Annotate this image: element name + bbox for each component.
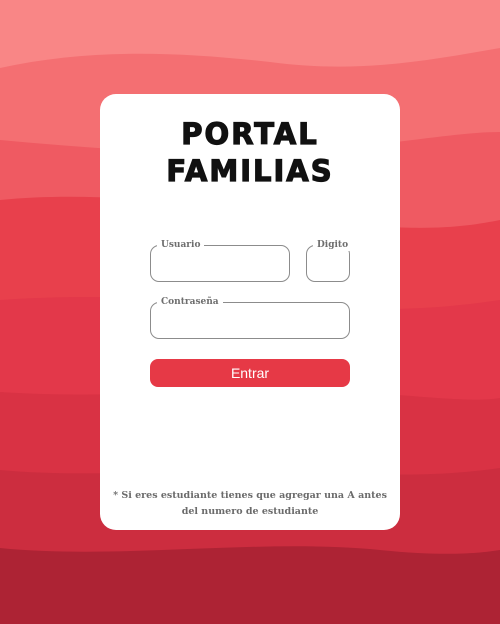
- digito-input[interactable]: [307, 246, 349, 281]
- student-note: * Si eres estudiante tienes que agregar …: [113, 490, 387, 517]
- login-card: PORTAL FAMILIAS Usuario Digito Contraseñ…: [100, 94, 400, 530]
- usuario-input[interactable]: [151, 246, 289, 281]
- title-line-2: FAMILIAS: [166, 153, 334, 188]
- password-input[interactable]: [151, 303, 349, 338]
- title-line-1: PORTAL: [181, 116, 319, 151]
- entrar-button[interactable]: Entrar: [150, 359, 350, 387]
- usuario-field[interactable]: Usuario: [150, 239, 290, 282]
- digito-field[interactable]: Digito: [306, 239, 353, 282]
- password-field[interactable]: Contraseña: [150, 296, 350, 339]
- page-title: PORTAL FAMILIAS: [100, 116, 400, 190]
